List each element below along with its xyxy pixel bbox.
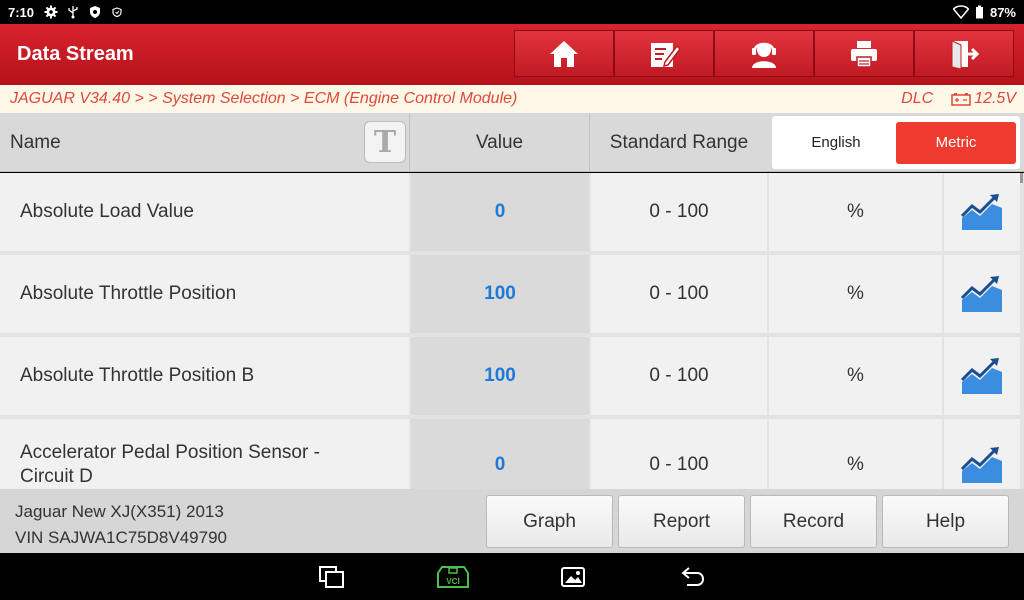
vci-button[interactable]: VCI (436, 565, 470, 589)
row-graph-button[interactable] (944, 255, 1020, 333)
row-graph-button[interactable] (944, 419, 1020, 489)
row-name: Accelerator Pedal Position Sensor - Circ… (0, 419, 409, 489)
table-row[interactable]: Accelerator Pedal Position Sensor - Circ… (0, 419, 1024, 489)
status-bar: 7:10 87% (0, 0, 1024, 24)
column-header-range: Standard Range (590, 113, 768, 172)
unit-toggle: English Metric (772, 116, 1020, 169)
trend-chart-icon (960, 447, 1002, 483)
edit-report-icon (651, 42, 680, 67)
column-name-label: Name (10, 131, 61, 153)
exit-icon (951, 39, 980, 70)
data-stream-table: Absolute Load Value 0 0 - 100 % Absolute… (0, 173, 1024, 489)
breadcrumb: JAGUAR V34.40 > > System Selection > ECM… (0, 85, 1024, 113)
clock: 7:10 (8, 4, 35, 20)
row-range: 0 - 100 (591, 337, 767, 415)
home-button[interactable] (514, 30, 614, 77)
row-value: 100 (411, 255, 589, 333)
scrollbar[interactable] (1020, 173, 1023, 183)
row-name: Absolute Throttle Position B (0, 337, 409, 415)
usb-icon (68, 6, 78, 19)
column-header-name: Name (0, 113, 410, 172)
support-button[interactable] (714, 30, 814, 77)
exit-button[interactable] (914, 30, 1014, 77)
app-header: Data Stream (0, 24, 1024, 85)
row-value: 100 (411, 337, 589, 415)
dlc-label: DLC (901, 90, 934, 107)
vci-label: VCI (446, 577, 459, 586)
help-button[interactable]: Help (882, 495, 1009, 548)
voltage-readout: 12.5V (951, 90, 1016, 108)
row-value: 0 (411, 173, 589, 251)
gallery-icon (561, 567, 585, 587)
vehicle-vin: VIN SAJWA1C75D8V49790 (15, 528, 227, 547)
car-battery-icon (951, 93, 971, 106)
gear-icon (44, 5, 58, 19)
row-name: Absolute Throttle Position (0, 255, 409, 333)
edit-report-button[interactable] (614, 30, 714, 77)
row-range: 0 - 100 (591, 419, 767, 489)
row-graph-button[interactable] (944, 337, 1020, 415)
trend-chart-icon (960, 194, 1002, 230)
battery-icon (975, 5, 983, 19)
recent-apps-icon (319, 566, 344, 588)
battery-percent: 87% (989, 4, 1016, 20)
row-graph-button[interactable] (944, 173, 1020, 251)
record-button[interactable]: Record (750, 495, 877, 548)
vehicle-info: Jaguar New XJ(X351) 2013 VIN SAJWA1C75D8… (15, 499, 227, 551)
table-row[interactable]: Absolute Load Value 0 0 - 100 % (0, 173, 1024, 251)
back-icon (681, 567, 705, 586)
column-range-label: Standard Range (609, 131, 749, 153)
row-name: Absolute Load Value (0, 173, 409, 251)
table-row[interactable]: Absolute Throttle Position B 100 0 - 100… (0, 337, 1024, 415)
report-button[interactable]: Report (618, 495, 745, 548)
text-size-button[interactable]: T (364, 121, 406, 163)
back-button[interactable] (680, 565, 706, 589)
row-unit: % (769, 337, 942, 415)
row-range: 0 - 100 (591, 173, 767, 251)
table-header: Name T Value Standard Range English Metr… (0, 113, 1024, 172)
trend-chart-icon (960, 276, 1002, 312)
row-unit: % (769, 419, 942, 489)
toolbar (514, 30, 1014, 77)
row-unit: % (769, 173, 942, 251)
english-units-button[interactable]: English (776, 122, 896, 164)
shield-small-icon (112, 7, 122, 18)
row-value: 0 (411, 419, 589, 489)
trend-chart-icon (960, 358, 1002, 394)
navigation-bar: VCI (0, 553, 1024, 600)
print-button[interactable] (814, 30, 914, 77)
recent-apps-button[interactable] (319, 565, 345, 589)
breadcrumb-path: JAGUAR V34.40 > > System Selection > ECM… (10, 90, 518, 107)
row-range: 0 - 100 (591, 255, 767, 333)
home-icon (550, 40, 578, 67)
wifi-icon (952, 5, 969, 19)
column-value-label: Value (475, 131, 524, 153)
table-row[interactable]: Absolute Throttle Position 100 0 - 100 % (0, 255, 1024, 333)
printer-icon (851, 40, 877, 68)
voltage-value: 12.5V (974, 90, 1016, 107)
gallery-button[interactable] (560, 565, 586, 589)
row-unit: % (769, 255, 942, 333)
column-header-value: Value (410, 113, 590, 172)
graph-button[interactable]: Graph (486, 495, 613, 548)
metric-units-button[interactable]: Metric (896, 121, 1016, 164)
shield-icon (90, 6, 101, 18)
page-title: Data Stream (17, 43, 134, 65)
support-agent-icon (752, 42, 776, 68)
footer-bar: Jaguar New XJ(X351) 2013 VIN SAJWA1C75D8… (0, 489, 1024, 553)
vci-icon: VCI (437, 566, 469, 588)
vehicle-model: Jaguar New XJ(X351) 2013 (15, 502, 224, 521)
